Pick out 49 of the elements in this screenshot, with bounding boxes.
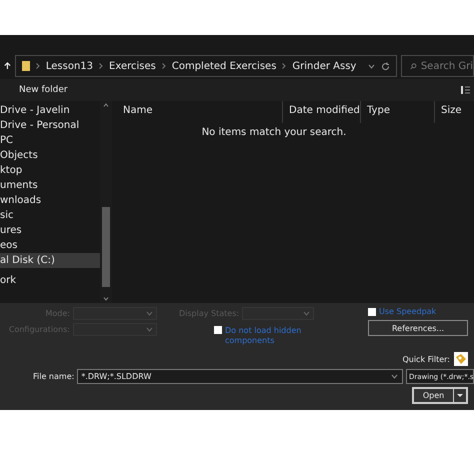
breadcrumb[interactable]: Exercises [109, 60, 156, 72]
up-arrow-icon[interactable] [4, 61, 11, 71]
search-field[interactable]: Search Gri [401, 55, 474, 77]
empty-message: No items match your search. [200, 127, 348, 138]
chevron-down-icon [146, 311, 153, 316]
chevron-right-icon [36, 63, 40, 69]
references-button[interactable]: References... [368, 320, 468, 336]
quick-filter-label: Quick Filter: [402, 354, 450, 364]
caret-icon[interactable] [453, 389, 466, 402]
chevron-right-icon [282, 63, 286, 69]
sidebar-item[interactable]: sic [0, 208, 100, 223]
sidebar-item[interactable]: uments [0, 178, 100, 193]
sidebar-item[interactable]: ures [0, 223, 100, 238]
column-header[interactable]: Name [114, 101, 282, 123]
open-button[interactable]: Open [412, 387, 468, 404]
column-header[interactable]: Date modified [282, 101, 360, 123]
chevron-down-icon [368, 64, 376, 68]
breadcrumb[interactable]: Grinder Assy [292, 60, 356, 72]
chevron-right-icon [99, 63, 104, 69]
chevron-down-icon [146, 327, 153, 332]
sidebar-item[interactable]: ork [0, 273, 100, 288]
filter-icon[interactable] [454, 352, 468, 366]
column-header[interactable]: Type [360, 101, 434, 123]
sidebar-item[interactable]: Objects [0, 148, 100, 163]
chevron-right-icon [162, 63, 166, 69]
address-bar[interactable]: Lesson13 Exercises Completed Exercises Grinder Assy [14, 55, 398, 77]
sidebar-item[interactable]: wnloads [0, 193, 100, 208]
sidebar-item[interactable]: ktop [0, 163, 100, 178]
sidebar-item[interactable]: Drive - Personal [0, 118, 100, 133]
folder-icon [22, 61, 30, 71]
new-folder-button[interactable]: New folder [19, 83, 68, 97]
file-name-label: File name: [33, 372, 74, 381]
chevron-down-icon [391, 374, 398, 379]
view-options-icon[interactable] [461, 86, 470, 94]
sidebar-item[interactable]: PC [0, 133, 100, 148]
file-name-field[interactable]: *.DRW;*.SLDDRW [77, 369, 403, 384]
chevron-down-icon[interactable] [103, 297, 109, 301]
sidebar-item[interactable]: eos [0, 238, 100, 253]
checkbox[interactable] [214, 326, 222, 334]
chevron-down-icon [303, 311, 310, 316]
sidebar-item[interactable]: Drive - Javelin [0, 103, 100, 118]
checkbox[interactable] [368, 308, 376, 316]
chevron-up-icon[interactable] [103, 103, 109, 107]
sidebar-item[interactable]: al Disk (C:) [0, 253, 100, 268]
breadcrumb[interactable]: Lesson13 [46, 60, 94, 72]
breadcrumb[interactable]: Completed Exercises [172, 60, 276, 72]
search-icon [410, 62, 417, 70]
column-header[interactable]: Size [434, 101, 474, 123]
refresh-icon[interactable] [381, 62, 390, 70]
